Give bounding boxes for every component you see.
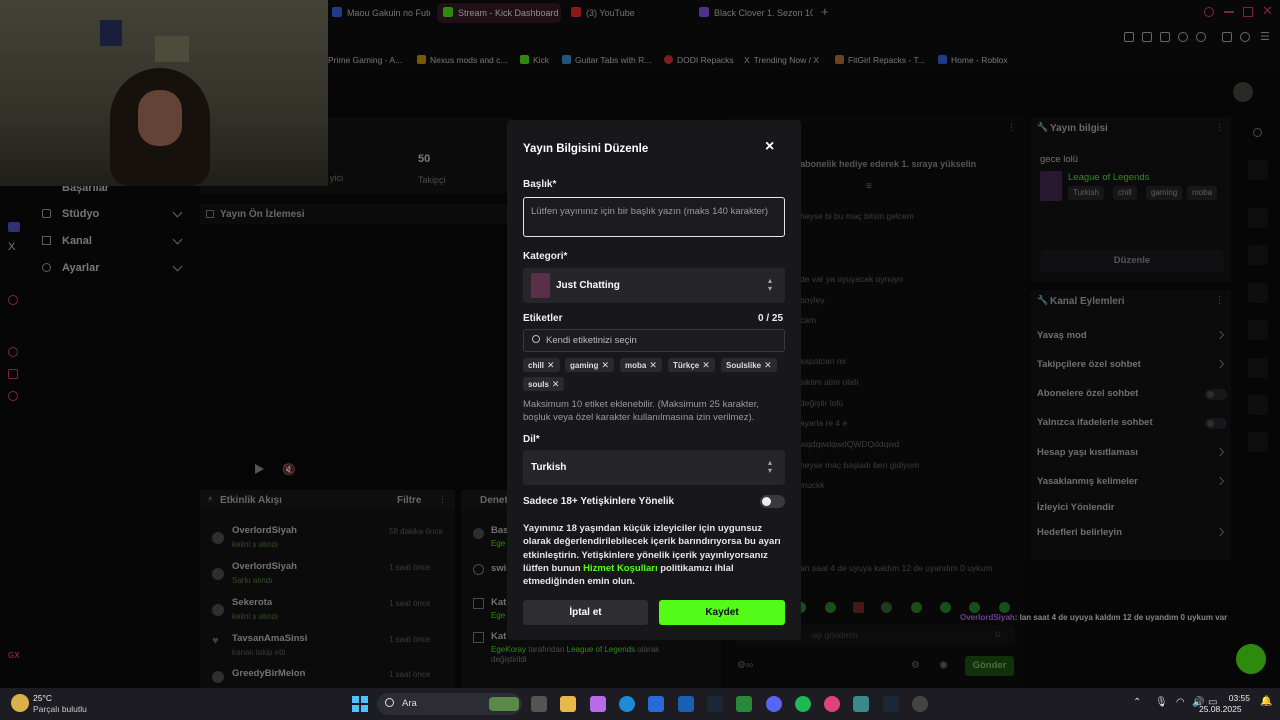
select-arrows-icon: ▴ ▾	[768, 276, 773, 293]
search-highlight-image	[489, 697, 519, 711]
tags-counter: 0 / 25	[758, 313, 784, 324]
tag-chip-turkce: Türkçe ✕	[668, 358, 715, 372]
notification-bell-icon[interactable]: 🔔	[1260, 696, 1272, 707]
select-arrows-icon: ▴ ▾	[768, 458, 773, 475]
tag-chip-soulslike: Soulslike ✕	[721, 358, 777, 372]
remove-tag-icon[interactable]: ✕	[601, 360, 609, 370]
tags-help-text: Maksimum 10 etiket eklenebilir. (Maksimu…	[523, 399, 759, 423]
modal-title: Yayın Bilgisini Düzenle	[523, 143, 649, 155]
wifi-icon[interactable]: ◠	[1176, 697, 1185, 708]
terms-of-service-link[interactable]: Hizmet Koşulları	[583, 563, 657, 574]
category-value: Just Chatting	[556, 280, 620, 291]
windows-start-icon[interactable]	[352, 696, 368, 712]
toggle-knob	[762, 497, 771, 506]
remove-tag-icon[interactable]: ✕	[702, 360, 710, 370]
tags-search-placeholder: Kendi etiketinizi seçin	[546, 335, 637, 346]
tag-chip-gaming: gaming ✕	[565, 358, 614, 372]
save-button[interactable]: Kaydet	[659, 600, 785, 625]
remove-tag-icon[interactable]: ✕	[552, 379, 560, 389]
clock-time[interactable]: 03:55	[1220, 693, 1250, 703]
tag-label: souls	[528, 380, 549, 389]
task-view-icon[interactable]	[531, 696, 547, 712]
discord-icon[interactable]	[766, 696, 782, 712]
tag-label: Türkçe	[673, 361, 700, 370]
tags-field-label: Etiketler	[523, 313, 563, 324]
edge-icon[interactable]	[619, 696, 635, 712]
search-icon	[532, 335, 540, 343]
tag-chip-moba: moba ✕	[620, 358, 662, 372]
category-thumbnail	[531, 273, 550, 298]
tag-label: moba	[625, 361, 647, 370]
language-select[interactable]: Turkish ▴ ▾	[523, 450, 785, 485]
tag-label: Soulslike	[726, 361, 762, 370]
category-field-label: Kategori*	[523, 251, 568, 262]
clock-date[interactable]: 25.08.2025	[1199, 704, 1242, 714]
steam-icon[interactable]	[707, 696, 723, 712]
title-field-label: Başlık*	[523, 179, 557, 190]
tag-chip-souls: souls ✕	[523, 377, 565, 391]
tags-search-input[interactable]: Kendi etiketinizi seçin	[523, 329, 785, 352]
windows-taskbar: 25°C Parçalı bulutlu Ara ⌃ 🎙 ◠ 🔊 ▭ 03:55…	[0, 688, 1280, 720]
app-icon[interactable]	[912, 696, 928, 712]
weather-description[interactable]: Parçalı bulutlu	[33, 704, 87, 714]
file-explorer-icon[interactable]	[560, 696, 576, 712]
taskbar-search-label: Ara	[402, 698, 417, 709]
app-icon[interactable]	[853, 696, 869, 712]
remove-tag-icon[interactable]: ✕	[547, 360, 555, 370]
weather-icon[interactable]	[11, 694, 29, 712]
steam-icon[interactable]	[883, 696, 899, 712]
tag-label: gaming	[570, 361, 599, 370]
adult-only-toggle[interactable]	[760, 495, 785, 508]
outlook-icon[interactable]	[678, 696, 694, 712]
title-input[interactable]: Lütfen yayınınız için bir başlık yazın (…	[523, 197, 785, 237]
search-icon	[385, 698, 394, 707]
tray-overflow-icon[interactable]: ⌃	[1133, 697, 1141, 708]
microphone-icon[interactable]: 🎙	[1155, 697, 1168, 708]
taskbar-search[interactable]: Ara	[377, 693, 522, 715]
remove-tag-icon[interactable]: ✕	[764, 360, 772, 370]
opera-gx-icon[interactable]	[824, 696, 840, 712]
language-field-label: Dil*	[523, 434, 540, 445]
spotify-icon[interactable]	[795, 696, 811, 712]
language-value: Turkish	[531, 462, 567, 473]
remove-tag-icon[interactable]: ✕	[649, 360, 657, 370]
close-modal-button[interactable]: ×	[765, 138, 774, 156]
xbox-icon[interactable]	[736, 696, 752, 712]
adult-only-description: Yayınınız 18 yaşından küçük izleyiciler …	[523, 522, 789, 588]
edit-stream-info-modal: Yayın Bilgisini Düzenle × Başlık* Lütfen…	[507, 120, 801, 640]
category-select[interactable]: Just Chatting ▴ ▾	[523, 268, 785, 303]
tag-label: chill	[528, 361, 545, 370]
title-input-placeholder: Lütfen yayınınız için bir başlık yazın (…	[531, 206, 769, 217]
cancel-button[interactable]: İptal et	[523, 600, 648, 625]
copilot-icon[interactable]	[590, 696, 606, 712]
weather-temperature[interactable]: 25°C	[33, 693, 52, 703]
tag-chip-chill: chill ✕	[523, 358, 560, 372]
store-icon[interactable]	[648, 696, 664, 712]
adult-only-label: Sadece 18+ Yetişkinlere Yönelik	[523, 496, 675, 507]
